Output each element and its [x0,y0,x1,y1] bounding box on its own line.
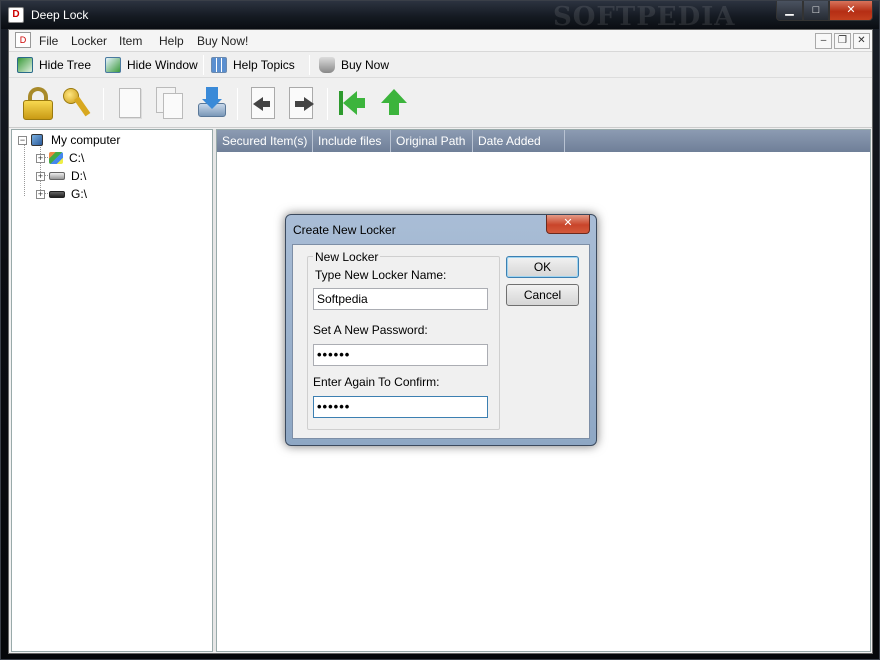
mdi-close-button[interactable]: ✕ [853,33,870,49]
mdi-minimize-button[interactable]: – [815,33,832,49]
computer-icon [31,134,43,146]
tree-root[interactable]: − My computer [18,132,120,148]
menu-item[interactable]: Item [119,34,142,48]
app-icon[interactable]: D [8,7,24,23]
drive-icon [49,172,65,180]
tree-drive-label: D:\ [71,169,87,183]
toolbar-separator [327,88,328,120]
help-grid-icon [211,57,227,73]
toolbar-separator [309,55,310,75]
forward-icon[interactable] [285,85,319,121]
dialog-body: New Locker Type New Locker Name: Set A N… [292,244,590,439]
window-arrow-icon [105,57,121,73]
tree-root-label: My computer [51,133,121,147]
tree-drive-d[interactable]: + D:\ [36,168,86,184]
close-button[interactable]: ✕ [829,1,873,21]
cancel-button[interactable]: Cancel [506,284,579,306]
cart-icon [319,57,335,73]
create-locker-dialog: Create New Locker ✕ New Locker Type New … [285,214,597,446]
drive-icon [49,190,65,198]
locker-name-field[interactable] [313,288,488,310]
key-icon[interactable] [61,85,95,121]
minimize-button[interactable]: ▁ [776,1,803,21]
document-icon[interactable] [113,85,147,121]
system-drive-icon [49,152,63,164]
menu-bar: D File Locker Item Help Buy Now! – ❐ ✕ [9,30,872,52]
collapse-icon[interactable]: − [18,135,27,145]
hide-window-label: Hide Window [127,58,198,72]
expand-icon[interactable]: + [36,189,45,199]
expand-icon[interactable]: + [36,171,45,181]
up-icon[interactable] [377,85,411,121]
ok-button[interactable]: OK [506,256,579,278]
first-icon[interactable] [335,85,369,121]
buy-now-label: Buy Now [341,58,390,72]
hide-tree-button[interactable]: Hide Tree [17,56,91,74]
password-field[interactable]: •••••• [313,344,488,366]
mdi-buttons: – ❐ ✕ [815,33,870,49]
column-header-secured-items[interactable]: Secured Item(s) [217,130,313,152]
title-bar[interactable]: D Deep Lock SOFTPEDIA ▁ □ ✕ [1,1,879,32]
icon-toolbar [9,78,872,128]
menu-buy-now[interactable]: Buy Now! [197,34,248,48]
maximize-button[interactable]: □ [803,1,829,21]
caption-buttons: ▁ □ ✕ [776,1,873,21]
menu-file[interactable]: File [39,34,58,48]
tree-icon [17,57,33,73]
locker-name-label: Type New Locker Name: [315,268,447,282]
column-header-date-added[interactable]: Date Added [473,130,565,152]
lock-icon[interactable] [21,85,55,121]
hide-tree-label: Hide Tree [39,58,92,72]
toolbar-separator [103,88,104,120]
mdi-restore-button[interactable]: ❐ [834,33,851,49]
password-label: Set A New Password: [313,323,428,337]
help-topics-label: Help Topics [233,58,295,72]
column-header-original-path[interactable]: Original Path [391,130,473,152]
watermark: SOFTPEDIA [553,2,736,32]
group-label: New Locker [313,250,381,264]
window-title: Deep Lock [31,8,89,22]
save-icon[interactable] [195,85,229,121]
back-icon[interactable] [245,85,279,121]
folder-tree[interactable]: − My computer + C:\ + D:\ + G:\ [11,129,213,652]
menu-locker[interactable]: Locker [71,34,107,48]
menu-help[interactable]: Help [159,34,184,48]
buy-now-button[interactable]: Buy Now [319,56,389,74]
text-toolbar: Hide Tree Hide Window Help Topics Buy No… [9,52,872,78]
app-window: D Deep Lock SOFTPEDIA ▁ □ ✕ D File Locke… [0,0,880,660]
copy-icon[interactable] [153,85,187,121]
expand-icon[interactable]: + [36,153,45,163]
tree-drive-c[interactable]: + C:\ [36,150,84,166]
document-menu-icon[interactable]: D [15,32,31,48]
toolbar-separator [237,88,238,120]
help-topics-button[interactable]: Help Topics [211,56,295,74]
toolbar-separator [203,55,204,75]
tree-drive-label: G:\ [71,187,88,201]
confirm-password-label: Enter Again To Confirm: [313,375,440,389]
column-header-include-files[interactable]: Include files [313,130,391,152]
dialog-title: Create New Locker [293,223,396,237]
list-header: Secured Item(s) Include files Original P… [217,130,870,152]
tree-drive-g[interactable]: + G:\ [36,186,87,202]
hide-window-button[interactable]: Hide Window [105,56,198,74]
confirm-password-field[interactable]: •••••• [313,396,488,418]
dialog-close-button[interactable]: ✕ [546,215,590,234]
tree-drive-label: C:\ [69,151,85,165]
